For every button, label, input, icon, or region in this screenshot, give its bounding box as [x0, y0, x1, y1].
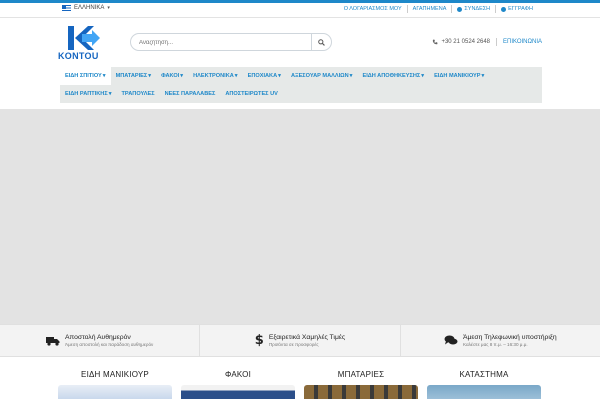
divider — [496, 38, 498, 46]
nav-label: ΤΡΑΠΟΥΛΕΣ — [121, 91, 155, 97]
top-bar: ΕΛΛΗΝΙΚΑ ▾ Ο ΛΟΓΑΡΙΑΣΜΟΣ ΜΟΥ ΑΓΑΠΗΜΕΝΑ Σ… — [0, 0, 600, 18]
feature-title: Εξαιρετικά Χαμηλές Τιμές — [268, 334, 346, 341]
feature-title: Αποστολή Αυθημερόν — [64, 334, 131, 341]
truck-icon — [45, 336, 60, 346]
category-batteries[interactable]: ΜΠΑΤΑΡΙΕΣ — [304, 370, 418, 399]
nav-label: ΝΕΕΣ ΠΑΡΑΛΑΒΕΣ — [164, 91, 216, 97]
login-label: ΣΥΝΔΕΣΗ — [464, 6, 491, 12]
greek-flag-icon — [62, 5, 71, 11]
nav-label: ΑΞΕΣΟΥΑΡ ΜΑΛΛΙΩΝ — [290, 73, 349, 79]
caret-down-icon: ▾ — [102, 73, 106, 79]
nav-item-sewing[interactable]: ΕΙΔΗ ΡΑΠΤΙΚΗΣ ▾ — [60, 91, 117, 97]
feature-subtitle: Άμεση αποστολή και παράδοση αυθημερόν — [64, 342, 154, 347]
caret-down-icon: ▾ — [148, 73, 152, 79]
caret-down-icon: ▾ — [180, 73, 184, 79]
nav-item-flashlights[interactable]: ΦΑΚΟΙ ▾ — [156, 73, 188, 79]
search-bar — [130, 33, 332, 51]
category-image — [427, 385, 541, 399]
header-contact: +30 21 0524 2648 ΕΠΙΚΟΙΝΩΝΙΑ — [432, 38, 542, 46]
nav-item-hair-accessories[interactable]: ΑΞΕΣΟΥΑΡ ΜΑΛΛΙΩΝ ▾ — [286, 73, 358, 79]
nav-label: ΕΙΔΗ ΜΑΝΙΚΙΟΥΡ — [434, 73, 481, 79]
nav-row-1: ΕΙΔΗ ΣΠΙΤΙΟΥ ▾ ΜΠΑΤΑΡΙΕΣ ▾ ΦΑΚΟΙ ▾ ΗΛΕΚΤΡΟΝ… — [60, 67, 489, 85]
category-store[interactable]: ΚΑΤΑΣΤΗΜΑ — [427, 370, 541, 399]
my-account-link[interactable]: Ο ΛΟΓΑΡΙΑΣΜΟΣ ΜΟΥ — [339, 5, 407, 13]
contact-link[interactable]: ΕΠΙΚΟΙΝΩΝΙΑ — [503, 39, 542, 45]
caret-down-icon: ▾ — [108, 91, 112, 97]
search-icon — [318, 38, 325, 46]
nav-row-2: ΕΙΔΗ ΡΑΠΤΙΚΗΣ ▾ ΤΡΑΠΟΥΛΕΣ ΝΕΕΣ ΠΑΡΑΛΑΒΕΣ … — [60, 85, 283, 103]
category-title: ΜΠΑΤΑΡΙΕΣ — [337, 370, 385, 379]
nav-item-electronics[interactable]: ΗΛΕΚΤΡΟΝΙΚΑ ▾ — [188, 73, 243, 79]
caret-down-icon: ▾ — [234, 73, 238, 79]
nav-item-batteries[interactable]: ΜΠΑΤΑΡΙΕΣ ▾ — [111, 73, 157, 79]
phone-label: +30 21 0524 2648 — [441, 39, 491, 45]
my-account-label: Ο ΛΟΓΑΡΙΑΣΜΟΣ ΜΟΥ — [343, 6, 402, 12]
nav-label: ΕΙΔΗ ΣΠΙΤΙΟΥ — [65, 73, 102, 79]
nav-item-uv-sterilizers[interactable]: ΑΠΟΣΤΕΙΡΩΤΕΣ UV — [220, 91, 283, 97]
nav-label: ΕΙΔΗ ΑΠΟΘΗΚΕΥΣΗΣ — [362, 73, 421, 79]
category-manicure[interactable]: ΕΙΔΗ ΜΑΝΙΚΙΟΥΡ — [58, 370, 172, 399]
nav-item-home-goods[interactable]: ΕΙΔΗ ΣΠΙΤΙΟΥ ▾ — [60, 67, 111, 85]
features-strip: Αποστολή Αυθημερόν Άμεση αποστολή και πα… — [0, 324, 600, 357]
caret-down-icon: ▾ — [278, 73, 281, 79]
user-icon — [457, 6, 463, 12]
nav-item-storage[interactable]: ΕΙΔΗ ΑΠΟΘΗΚΕΥΣΗΣ ▾ — [357, 73, 429, 79]
category-title: ΕΙΔΗ ΜΑΝΙΚΙΟΥΡ — [81, 370, 149, 379]
category-title: ΦΑΚΟΙ — [224, 370, 252, 379]
language-selector[interactable]: ΕΛΛΗΝΙΚΑ ▾ — [62, 5, 110, 11]
favorites-link[interactable]: ΑΓΑΠΗΜΕΝΑ — [406, 5, 452, 13]
category-image — [304, 385, 418, 399]
favorites-label: ΑΓΑΠΗΜΕΝΑ — [412, 6, 447, 12]
caret-down-icon: ▾ — [107, 5, 110, 11]
nav-item-new-arrivals[interactable]: ΝΕΕΣ ΠΑΡΑΛΑΒΕΣ — [160, 91, 221, 97]
language-label: ΕΛΛΗΝΙΚΑ — [74, 5, 105, 11]
user-plus-icon — [501, 6, 507, 12]
phone-number[interactable]: +30 21 0524 2648 — [432, 39, 496, 45]
chat-icon — [444, 335, 458, 345]
feature-subtitle: Προϊόντα σε προσφορές — [268, 342, 319, 347]
nav-item-manicure[interactable]: ΕΙΔΗ ΜΑΝΙΚΙΟΥΡ ▾ — [429, 73, 489, 79]
register-link[interactable]: ΕΓΓΡΑΦΗ — [495, 5, 538, 13]
category-title: ΚΑΤΑΣΤΗΜΑ — [459, 370, 509, 379]
caret-down-icon: ▾ — [481, 73, 485, 79]
search-button[interactable] — [311, 34, 331, 50]
nav-label: ΕΙΔΗ ΡΑΠΤΙΚΗΣ — [65, 91, 108, 97]
dollar-icon: $ — [254, 333, 264, 348]
account-links: Ο ΛΟΓΑΡΙΑΣΜΟΣ ΜΟΥ ΑΓΑΠΗΜΕΝΑ ΣΥΝΔΕΣΗ ΕΓΓΡ… — [339, 5, 538, 13]
feature-low-prices: $ Εξαιρετικά Χαμηλές Τιμές Προϊόντα σε π… — [199, 325, 399, 356]
register-label: ΕΓΓΡΑΦΗ — [508, 6, 533, 12]
feature-subtitle: Καλέστε μας 8 π.μ. – 16:30 μ.μ. — [462, 342, 528, 347]
category-image — [58, 385, 172, 399]
caret-down-icon: ▾ — [421, 73, 425, 79]
phone-icon — [433, 39, 438, 45]
search-input[interactable] — [139, 37, 309, 48]
nav-label: ΑΠΟΣΤΕΙΡΩΤΕΣ UV — [225, 91, 278, 97]
feature-phone-support: Άμεση Τηλεφωνική υποστήριξη Καλέστε μας … — [399, 325, 600, 356]
nav-item-seasonal[interactable]: ΕΠΟΧΙΑΚΑ ▾ — [243, 73, 286, 79]
nav-label: ΜΠΑΤΑΡΙΕΣ — [115, 73, 148, 79]
category-image — [181, 385, 295, 399]
logo-text: KONTOU — [58, 51, 99, 61]
nav-label: ΗΛΕΚΤΡΟΝΙΚΑ — [193, 73, 234, 79]
feature-title: Άμεση Τηλεφωνική υποστήριξη — [462, 334, 557, 341]
nav-item-playing-cards[interactable]: ΤΡΑΠΟΥΛΕΣ — [117, 91, 160, 97]
caret-down-icon: ▾ — [349, 73, 353, 79]
category-flashlights[interactable]: ΦΑΚΟΙ — [181, 370, 295, 399]
feature-delivery: Αποστολή Αυθημερόν Άμεση αποστολή και πα… — [0, 325, 199, 356]
main-navigation: ΕΙΔΗ ΣΠΙΤΙΟΥ ▾ ΜΠΑΤΑΡΙΕΣ ▾ ΦΑΚΟΙ ▾ ΗΛΕΚΤΡΟΝ… — [60, 67, 542, 103]
nav-label: ΦΑΚΟΙ — [161, 73, 180, 79]
category-tiles: ΕΙΔΗ ΜΑΝΙΚΙΟΥΡ ΦΑΚΟΙ ΜΠΑΤΑΡΙΕΣ ΚΑΤΑΣΤΗΜΑ — [0, 370, 600, 400]
hero-banner[interactable] — [0, 109, 600, 324]
login-link[interactable]: ΣΥΝΔΕΣΗ — [451, 5, 495, 13]
nav-label: ΕΠΟΧΙΑΚΑ — [247, 73, 278, 79]
